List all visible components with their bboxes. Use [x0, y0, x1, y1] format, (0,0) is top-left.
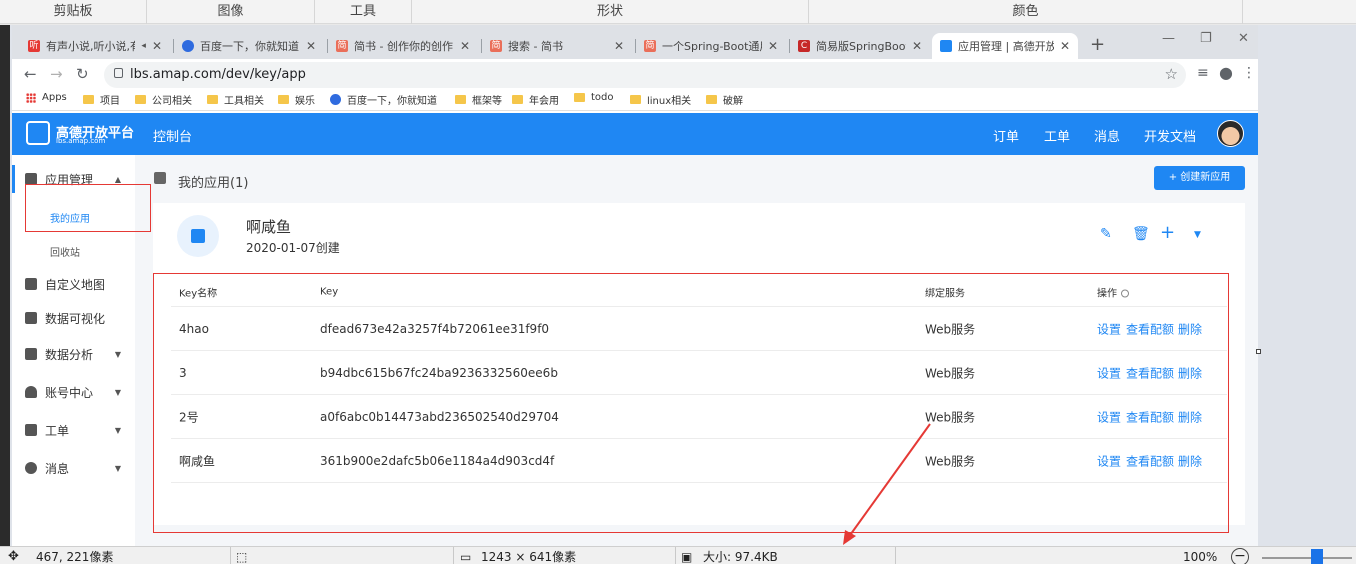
image-size: 1243 × 641像素 — [481, 550, 577, 564]
selection-icon: ⬚ — [236, 550, 248, 564]
cursor-position: 467, 221像素 — [36, 550, 114, 564]
zoom-level: 100% — [1183, 550, 1218, 564]
zoom-slider-thumb[interactable] — [1311, 549, 1323, 564]
image-size-icon: ▭ — [460, 550, 472, 564]
save-disk-icon: ▣ — [681, 550, 693, 564]
zoom-slider[interactable] — [1262, 557, 1352, 559]
annotation-arrow — [843, 423, 931, 545]
zoom-out-icon[interactable]: − — [1231, 548, 1249, 564]
cursor-move-icon: ✥ — [8, 549, 19, 564]
resize-handle[interactable] — [1256, 349, 1261, 354]
paint-status-bar: ✥ 467, 221像素 ⬚ ▭ 1243 × 641像素 ▣ 大小: 97.4… — [0, 546, 1356, 564]
file-size: 大小: 97.4KB — [703, 550, 778, 564]
